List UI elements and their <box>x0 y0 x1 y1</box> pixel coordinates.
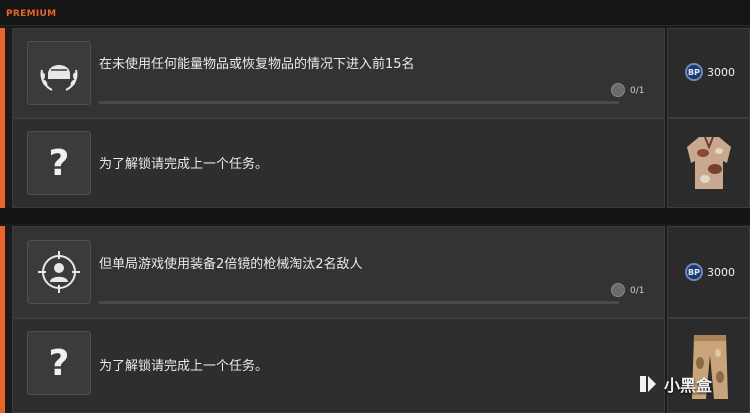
mission-icon-frame <box>27 240 91 304</box>
reward-slot[interactable] <box>667 318 750 413</box>
watermark: 小黑盒 <box>636 372 712 396</box>
progress-status-icon <box>611 283 625 297</box>
mission-progress-bar <box>99 101 619 104</box>
group-accent-bar <box>0 226 5 413</box>
reward-slot[interactable]: BP 3000 <box>667 226 750 318</box>
mission-progress-count: 0/1 <box>630 286 645 296</box>
tier-header: PREMIUM <box>0 0 750 26</box>
reward-amount: 3000 <box>707 65 735 79</box>
mission-description: 在未使用任何能量物品或恢复物品的情况下进入前15名 <box>99 57 415 72</box>
mission-progress-count: 0/1 <box>630 86 645 96</box>
helmet-wreath-icon <box>40 65 78 91</box>
watermark-text: 小黑盒 <box>664 376 713 395</box>
locked-icon-frame: ? <box>27 131 91 195</box>
mission-row-locked[interactable]: ? 为了解锁请完成上一个任务。 <box>12 118 665 208</box>
mission-row[interactable]: 但单局游戏使用装备2倍镜的枪械淘汰2名敌人 0/1 <box>12 226 665 318</box>
mission-group-1: 在未使用任何能量物品或恢复物品的情况下进入前15名 0/1 ? 为了解锁请完成上… <box>0 28 750 208</box>
mission-progress-bar <box>99 301 619 304</box>
locked-mission-text: 为了解锁请完成上一个任务。 <box>99 359 269 374</box>
mission-description: 但单局游戏使用装备2倍镜的枪械淘汰2名敌人 <box>99 257 363 272</box>
mission-row[interactable]: 在未使用任何能量物品或恢复物品的情况下进入前15名 0/1 <box>12 28 665 118</box>
locked-icon-frame: ? <box>27 331 91 395</box>
xiaoheihe-logo-icon <box>640 376 656 392</box>
reward-amount: 3000 <box>707 265 735 279</box>
group-accent-bar <box>0 28 5 208</box>
tier-label: PREMIUM <box>6 9 57 19</box>
crosshair-person-icon <box>38 251 80 293</box>
reward-slot[interactable]: BP 3000 <box>667 28 750 118</box>
bp-coin-icon: BP <box>685 263 703 281</box>
mission-row-locked[interactable]: ? 为了解锁请完成上一个任务。 <box>12 318 665 413</box>
mission-icon-frame <box>27 41 91 105</box>
section-divider <box>0 208 750 224</box>
question-mark-icon: ? <box>48 342 70 384</box>
bp-coin-icon: BP <box>685 63 703 81</box>
bp-reward: BP 3000 <box>685 63 735 81</box>
locked-mission-text: 为了解锁请完成上一个任务。 <box>99 157 269 172</box>
reward-slot[interactable] <box>667 118 750 208</box>
bp-reward: BP 3000 <box>685 263 735 281</box>
camo-jacket-icon <box>687 136 731 189</box>
progress-status-icon <box>611 83 625 97</box>
question-mark-icon: ? <box>48 142 70 184</box>
